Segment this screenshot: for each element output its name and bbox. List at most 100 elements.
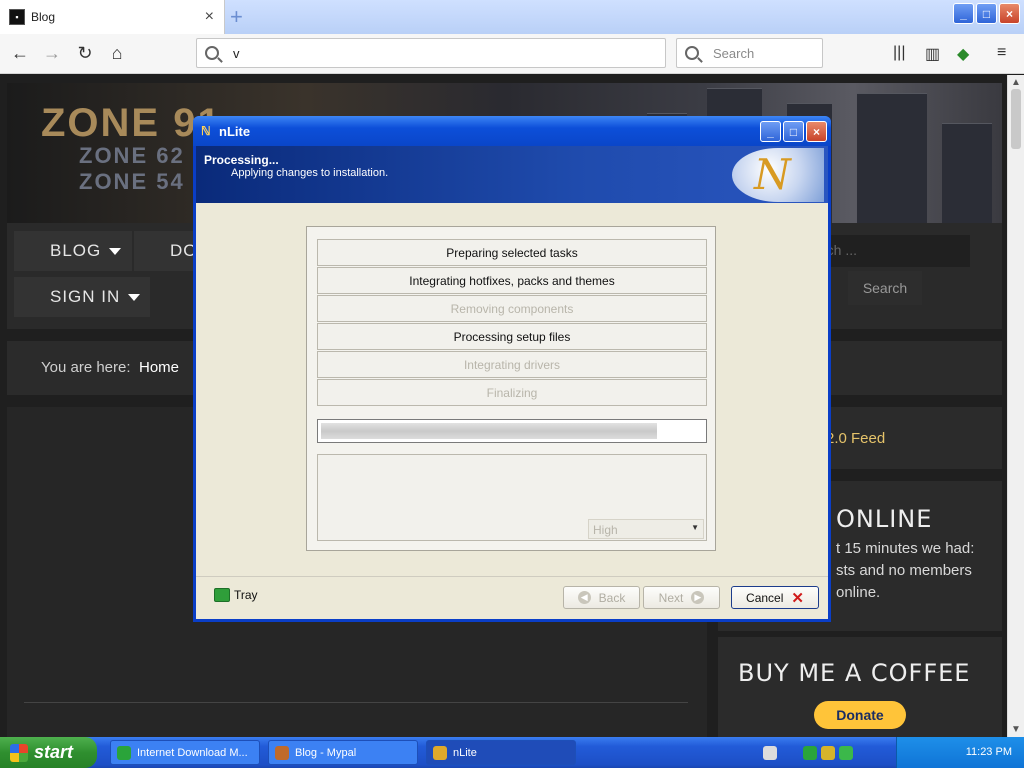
tab-blog[interactable]: ▪ Blog × bbox=[0, 0, 225, 34]
dialog-body: Processing... Applying changes to instal… bbox=[196, 146, 828, 619]
start-button[interactable]: start bbox=[0, 737, 97, 768]
start-label: start bbox=[34, 742, 74, 762]
library-icon[interactable]: ||| bbox=[893, 44, 905, 62]
menu-blog-label: BLOG bbox=[50, 241, 102, 260]
rss-feed-link[interactable]: 2.0 Feed bbox=[826, 430, 885, 447]
cancel-label: Cancel bbox=[746, 590, 784, 605]
extension-icon[interactable]: ◆ bbox=[957, 44, 969, 64]
priority-select[interactable]: High ▼ bbox=[588, 519, 704, 539]
priority-value: High bbox=[593, 523, 618, 537]
idm-icon bbox=[117, 745, 131, 760]
tray-label: Tray bbox=[234, 588, 258, 602]
footer-divider bbox=[196, 576, 828, 577]
online-text-line: t 15 minutes we had: bbox=[836, 540, 975, 557]
nlite-logo-icon: N bbox=[732, 148, 824, 202]
browser-nav-bar: ← → ↻ ⌂ v Search ||| ▥ ◆ ≡ bbox=[0, 34, 1024, 74]
nlite-dialog: ℕ nLite _ □ × Processing... Applying cha… bbox=[193, 116, 831, 622]
tray-button[interactable]: Tray bbox=[214, 588, 258, 602]
windows-flag-icon bbox=[10, 743, 28, 762]
menu-sign-in-label: SIGN IN bbox=[50, 287, 121, 306]
log-box: High ▼ bbox=[317, 454, 707, 541]
cancel-button[interactable]: Cancel ✕ bbox=[731, 586, 819, 609]
search-icon bbox=[685, 46, 699, 60]
app-tray-icon[interactable] bbox=[821, 745, 835, 760]
progress-fill bbox=[321, 423, 658, 439]
browser-tab-bar: ▪ Blog × + _ □ × bbox=[0, 0, 1024, 34]
task-item: Integrating drivers bbox=[317, 351, 707, 378]
back-arrow-icon[interactable]: ← bbox=[8, 42, 32, 66]
caret-down-icon bbox=[109, 247, 122, 255]
taskbar-item-idm[interactable]: Internet Download M... bbox=[110, 740, 260, 765]
network-icon[interactable] bbox=[803, 745, 817, 760]
dialog-close-button[interactable]: × bbox=[806, 121, 827, 142]
menu-do[interactable]: DO bbox=[134, 231, 197, 271]
url-bar[interactable]: v bbox=[196, 38, 666, 68]
coffee-title: BUY ME A COFFEE bbox=[738, 659, 971, 687]
nlite-icon: ℕ bbox=[201, 124, 211, 138]
new-tab-button[interactable]: + bbox=[230, 4, 243, 30]
donate-button[interactable]: Donate bbox=[814, 701, 906, 729]
task-item: Finalizing bbox=[317, 379, 707, 406]
mypal-icon bbox=[275, 745, 289, 760]
tab-close-icon[interactable]: × bbox=[205, 8, 214, 26]
site-logo-line-3: ZONE 54 bbox=[79, 169, 185, 194]
breadcrumb-label: You are here: bbox=[41, 359, 131, 376]
search-placeholder: Search bbox=[713, 45, 755, 61]
system-tray: 11:23 PM bbox=[763, 737, 1024, 768]
taskbar-item-label: nLite bbox=[453, 746, 477, 759]
cancel-x-icon: ✕ bbox=[791, 589, 804, 607]
task-item: Removing components bbox=[317, 295, 707, 322]
menu-blog[interactable]: BLOG bbox=[14, 231, 132, 271]
banner-title: Processing... bbox=[204, 153, 279, 167]
taskbar-item-mypal[interactable]: Blog - Mypal bbox=[268, 740, 418, 765]
dialog-title-bar[interactable]: ℕ nLite _ □ × bbox=[193, 116, 831, 146]
minimize-button[interactable]: _ bbox=[953, 3, 974, 24]
nlite-logo-glyph: N bbox=[754, 150, 791, 199]
site-logo-line-2: ZONE 62 bbox=[79, 143, 185, 168]
update-icon[interactable] bbox=[839, 745, 853, 760]
task-item: Integrating hotfixes, packs and themes bbox=[317, 267, 707, 294]
tray-icon bbox=[214, 588, 230, 602]
close-button[interactable]: × bbox=[999, 3, 1020, 24]
banner-subtitle: Applying changes to installation. bbox=[231, 167, 389, 179]
taskbar-item-label: Blog - Mypal bbox=[295, 746, 357, 759]
next-arrow-icon: ▶ bbox=[691, 591, 705, 604]
browser-window-controls: _ □ × bbox=[953, 3, 1020, 24]
building-shape bbox=[857, 93, 927, 223]
sidebar-icon[interactable]: ▥ bbox=[925, 44, 940, 64]
site-search-input[interactable]: rch ... bbox=[822, 235, 970, 267]
dialog-window-controls: _ □ × bbox=[760, 121, 827, 142]
search-input[interactable]: Search bbox=[676, 38, 823, 68]
reload-icon[interactable]: ↻ bbox=[73, 42, 97, 66]
task-item: Processing setup files bbox=[317, 323, 707, 350]
online-text-line: sts and no members bbox=[836, 562, 972, 579]
task-item: Preparing selected tasks bbox=[317, 239, 707, 266]
back-button[interactable]: ◀ Back bbox=[563, 586, 640, 609]
dialog-minimize-button[interactable]: _ bbox=[760, 121, 781, 142]
menu-sign-in[interactable]: SIGN IN bbox=[14, 277, 150, 317]
taskbar-item-nlite[interactable]: nLite bbox=[426, 740, 576, 765]
nlite-icon bbox=[433, 745, 447, 760]
keyboard-icon[interactable] bbox=[763, 745, 777, 760]
site-favicon-icon: ▪ bbox=[9, 9, 25, 25]
maximize-button[interactable]: □ bbox=[976, 3, 997, 24]
dropdown-arrow-icon: ▼ bbox=[691, 523, 699, 532]
scroll-thumb[interactable] bbox=[1011, 89, 1021, 149]
page-scrollbar[interactable]: ▲ ▼ bbox=[1007, 75, 1024, 737]
site-search-button[interactable]: Search bbox=[848, 271, 922, 305]
dialog-banner: Processing... Applying changes to instal… bbox=[196, 146, 828, 203]
dialog-maximize-button[interactable]: □ bbox=[783, 121, 804, 142]
scroll-down-icon[interactable]: ▼ bbox=[1011, 724, 1021, 735]
online-text-line: online. bbox=[836, 584, 881, 601]
next-button[interactable]: Next ▶ bbox=[643, 586, 720, 609]
content-divider bbox=[24, 702, 688, 703]
dialog-title: nLite bbox=[219, 124, 251, 139]
menu-icon[interactable]: ≡ bbox=[997, 44, 1006, 62]
progress-bar bbox=[317, 419, 707, 443]
home-icon[interactable]: ⌂ bbox=[105, 42, 129, 66]
tab-title: Blog bbox=[31, 10, 56, 24]
breadcrumb-home-link[interactable]: Home bbox=[139, 359, 179, 376]
scroll-up-icon[interactable]: ▲ bbox=[1011, 77, 1021, 88]
clock: 11:23 PM bbox=[965, 746, 1012, 758]
forward-arrow-icon[interactable]: → bbox=[40, 42, 64, 66]
